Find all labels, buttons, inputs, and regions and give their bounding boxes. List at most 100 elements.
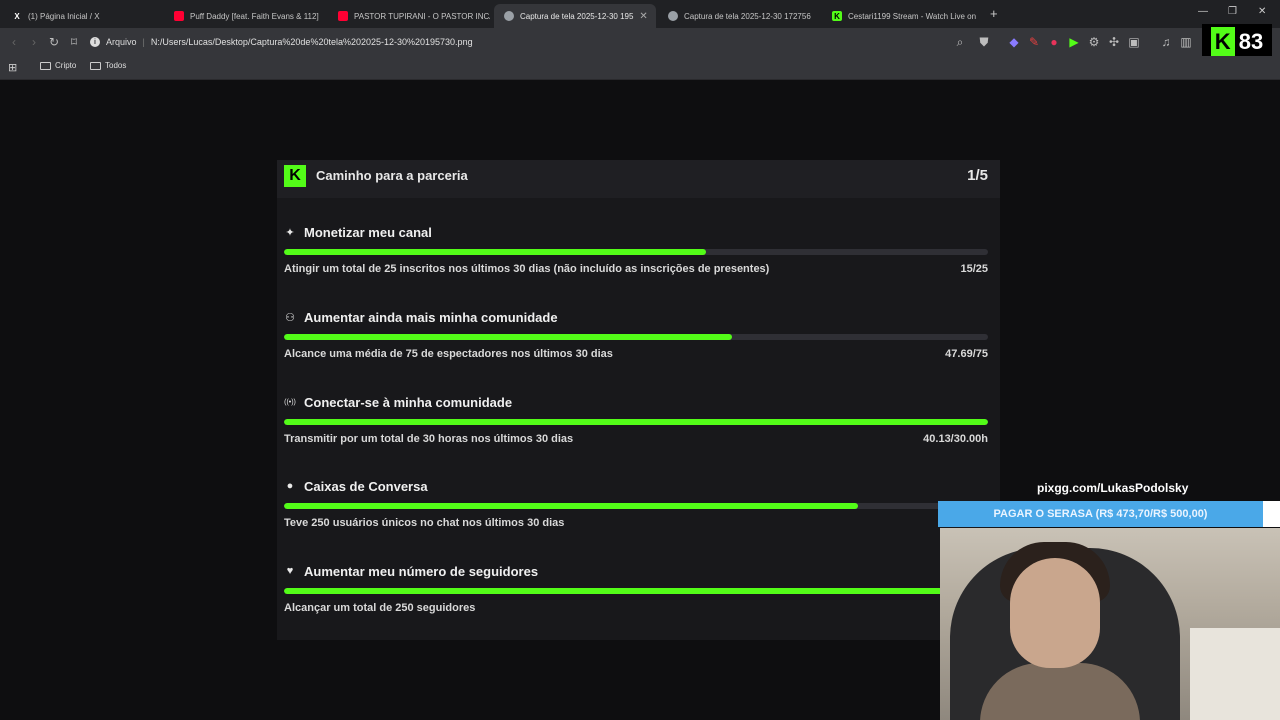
kick-logo-icon: K xyxy=(1210,27,1235,57)
image-file-icon xyxy=(504,11,514,21)
goal-chat-boxes: ● Caixas de Conversa Teve 250 usuários ú… xyxy=(284,478,988,529)
info-icon[interactable]: i xyxy=(90,37,100,47)
restore-icon[interactable]: ❐ xyxy=(1228,6,1237,17)
goal-description: Teve 250 usuários únicos no chat nos últ… xyxy=(284,517,565,529)
card-title: Caminho para a parceria xyxy=(316,168,468,183)
webcam-person-face xyxy=(1010,558,1100,668)
sparkle-icon: ✦ xyxy=(285,226,295,239)
address-scheme-label: Arquivo xyxy=(106,37,137,47)
bookmark-label: Cripto xyxy=(55,61,77,70)
goal-value: 47.69/75 xyxy=(945,348,988,360)
extension-gear-icon[interactable]: ⚙ xyxy=(1086,34,1102,50)
tab-youtube-pastor[interactable]: PASTOR TUPIRANI - O PASTOR INCA xyxy=(328,4,490,28)
youtube-icon xyxy=(174,11,184,21)
bookmark-folder-todos[interactable]: Todos xyxy=(90,61,126,70)
close-tab-icon[interactable]: ✕ xyxy=(639,11,647,22)
donation-goal-banner: PAGAR O SERASA (R$ 473,70/R$ 500,00) xyxy=(938,501,1263,527)
screenshot-icon[interactable]: ▣ xyxy=(1126,34,1142,50)
goal-progress-bar xyxy=(284,334,988,340)
close-window-icon[interactable]: ✕ xyxy=(1258,6,1266,17)
goal-title: Monetizar meu canal xyxy=(304,224,432,240)
goal-connect-community: ((•)) Conectar-se à minha comunidade Tra… xyxy=(284,394,988,445)
webcam-feed xyxy=(940,528,1280,720)
webcam-background-bed xyxy=(1190,628,1280,720)
goal-progress-bar xyxy=(284,503,988,509)
tab-label: Puff Daddy [feat. Faith Evans & 112] xyxy=(190,11,319,21)
image-file-icon xyxy=(668,11,678,21)
extension-red-icon[interactable]: ✎ xyxy=(1026,34,1042,50)
extension-green-icon[interactable]: ▶ xyxy=(1066,34,1082,50)
goal-title: Caixas de Conversa xyxy=(304,478,428,494)
forward-icon[interactable]: › xyxy=(26,34,42,50)
goal-progress-fill xyxy=(284,503,858,509)
bookmarks-bar: ⊞ Cripto Todos xyxy=(0,56,1280,80)
goal-progress-bar xyxy=(284,249,988,255)
back-icon[interactable]: ‹ xyxy=(6,34,22,50)
address-separator: | xyxy=(142,37,145,47)
youtube-icon xyxy=(338,11,348,21)
tab-kick-stream[interactable]: K Cestari1199 Stream - Watch Live on xyxy=(822,4,984,28)
tab-label: Captura de tela 2025-12-30 172756 xyxy=(684,11,811,21)
goal-title: Aumentar meu número de seguidores xyxy=(304,563,539,579)
x-logo-icon: X xyxy=(14,11,20,21)
zoom-icon[interactable]: ⌕ xyxy=(952,34,968,50)
tab-captura-active[interactable]: Captura de tela 2025-12-30 195 ✕ xyxy=(494,4,656,28)
address-url[interactable]: N:/Users/Lucas/Desktop/Captura%20de%20te… xyxy=(151,37,473,47)
extensions-puzzle-icon[interactable]: ✣ xyxy=(1106,34,1122,50)
apps-grid-icon[interactable]: ⊞ xyxy=(8,61,17,74)
extension-purple-icon[interactable]: ◆ xyxy=(1006,34,1022,50)
goal-progress-fill xyxy=(284,419,988,425)
goal-description: Atingir um total de 25 inscritos nos últ… xyxy=(284,263,770,275)
extension-pin-icon[interactable]: ● xyxy=(1046,34,1062,50)
media-icon[interactable]: ♫ xyxy=(1158,34,1174,50)
goal-title: Conectar-se à minha comunidade xyxy=(304,394,513,410)
broadcast-icon: ((•)) xyxy=(284,398,296,406)
pix-link-text: pixgg.com/LukasPodolsky xyxy=(1037,481,1189,495)
goal-description: Transmitir por um total de 30 horas nos … xyxy=(284,433,574,445)
goal-description: Alcançar um total de 250 seguidores xyxy=(284,602,476,614)
goal-followers: ♥ Aumentar meu número de seguidores Alca… xyxy=(284,563,988,614)
address-bar[interactable]: i Arquivo | N:/Users/Lucas/Desktop/Captu… xyxy=(90,32,1000,52)
goal-progress-fill xyxy=(284,334,732,340)
browser-tab-bar: X (1) Página Inicial / X Puff Daddy [fea… xyxy=(0,0,1280,28)
new-tab-icon[interactable]: + xyxy=(990,6,998,21)
browser-toolbar: ‹ › ↻ ⌑ i Arquivo | N:/Users/Lucas/Deskt… xyxy=(0,28,1280,56)
goal-progress-fill xyxy=(284,588,988,594)
chat-bubble-icon: ● xyxy=(286,480,294,492)
kick-logo-icon: K xyxy=(832,11,842,21)
kick-badge: K 83 xyxy=(1202,24,1272,60)
users-icon: ⚇ xyxy=(285,311,295,324)
folder-icon xyxy=(40,61,51,70)
goal-progress-bar xyxy=(284,588,988,594)
reload-icon[interactable]: ↻ xyxy=(46,34,62,50)
tab-x[interactable]: X (1) Página Inicial / X xyxy=(2,4,162,28)
card-step-counter: 1/5 xyxy=(967,167,988,184)
goal-monetize: ✦ Monetizar meu canal Atingir um total d… xyxy=(284,224,988,275)
kick-logo-icon: K xyxy=(284,165,306,187)
badge-number: 83 xyxy=(1238,29,1264,54)
goal-progress-bar xyxy=(284,419,988,425)
tab-label: Captura de tela 2025-12-30 195 xyxy=(520,11,634,21)
donation-goal-edge xyxy=(1263,501,1280,527)
bookmark-label: Todos xyxy=(105,61,127,70)
goal-progress-fill xyxy=(284,249,707,255)
goal-grow-community: ⚇ Aumentar ainda mais minha comunidade A… xyxy=(284,309,988,360)
heart-icon: ♥ xyxy=(286,565,294,577)
card-header: K Caminho para a parceria 1/5 xyxy=(277,160,1000,198)
goal-value: 40.13/30.00h xyxy=(923,433,988,445)
tab-label: Cestari1199 Stream - Watch Live on xyxy=(848,11,977,21)
tab-captura-2[interactable]: Captura de tela 2025-12-30 172756 xyxy=(658,4,820,28)
goal-value: 15/25 xyxy=(960,263,988,275)
sidebar-icon[interactable]: ▥ xyxy=(1178,34,1194,50)
bookmark-folder-cripto[interactable]: Cripto xyxy=(40,61,76,70)
minimize-icon[interactable]: — xyxy=(1198,6,1208,17)
tab-label: PASTOR TUPIRANI - O PASTOR INCA xyxy=(354,11,490,21)
partnership-card: K Caminho para a parceria 1/5 ✦ Monetiza… xyxy=(277,160,1000,640)
goal-title: Aumentar ainda mais minha comunidade xyxy=(304,309,558,325)
goal-description: Alcance uma média de 75 de espectadores … xyxy=(284,348,613,360)
bookmark-icon[interactable]: ⌑ xyxy=(66,34,82,50)
tab-label: (1) Página Inicial / X xyxy=(28,11,100,21)
tab-youtube-puff-daddy[interactable]: Puff Daddy [feat. Faith Evans & 112] xyxy=(164,4,326,28)
shield-icon[interactable]: ⛊ xyxy=(976,34,992,50)
donation-goal-text: PAGAR O SERASA (R$ 473,70/R$ 500,00) xyxy=(993,508,1208,520)
